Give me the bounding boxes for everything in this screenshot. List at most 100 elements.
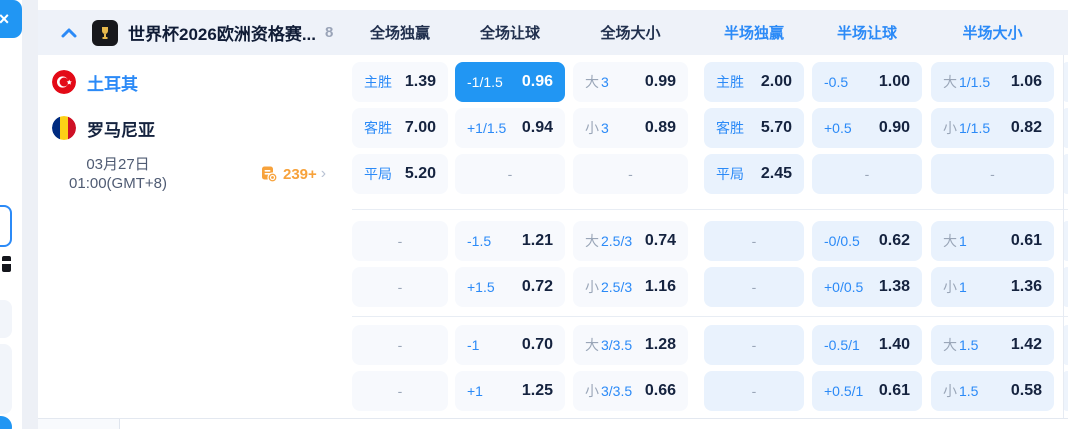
odds-label: +0.5 <box>824 120 852 136</box>
odds-row: --10.70大3/3.51.28--0.5/11.40大1.51.42 <box>352 325 1068 365</box>
odds-cell[interactable]: 小11.36 <box>931 267 1054 307</box>
odds-cell-empty: - <box>352 371 448 411</box>
empty-dash: - <box>398 337 403 353</box>
collapse-chevron-up-icon[interactable] <box>60 24 78 42</box>
odds-label: +0.5/1 <box>824 383 863 399</box>
column-header-halftime-1x2: 半场独赢 <box>704 22 804 43</box>
odds-label-prefix: 小 <box>585 120 599 136</box>
sidebar-blue-badge-fragment <box>0 416 12 429</box>
odds-cell[interactable]: 平局5.20 <box>352 154 448 194</box>
league-header: 世界杯2026欧洲资格赛... 8 全场独赢 全场让球 全场大小 半场独赢 半场… <box>38 10 1068 55</box>
odds-value: 0.61 <box>1011 232 1042 250</box>
odds-cell[interactable]: 小1.5 0.58 <box>931 371 1054 411</box>
odds-label: -0/0.5 <box>824 233 860 249</box>
odds-cell-empty: - <box>352 221 448 261</box>
empty-dash: - <box>398 279 403 295</box>
away-team-row[interactable]: 罗马尼亚 <box>38 108 155 148</box>
odds-label: 平局 <box>716 164 744 184</box>
odds-cell[interactable]: 主胜2.00 <box>704 62 804 102</box>
odds-value: 0.90 <box>879 119 910 137</box>
odds-value: 7.00 <box>405 119 436 137</box>
odds-cell[interactable]: 主胜 1.39 <box>352 62 448 102</box>
odds-cell-empty: - <box>704 325 804 365</box>
odds-value: 0.72 <box>522 278 553 296</box>
sidebar-selected-item-fragment[interactable] <box>0 205 12 247</box>
kickoff-date: 03月27日 <box>38 155 198 174</box>
odds-value: 0.61 <box>879 382 910 400</box>
odds-cell[interactable]: 客胜5.70 <box>704 108 804 148</box>
odds-cell[interactable]: -1/1.5 0.96 <box>455 62 565 102</box>
home-team-row[interactable]: 土耳其 <box>38 62 138 102</box>
odds-cell[interactable]: 客胜7.00 <box>352 108 448 148</box>
odds-cell[interactable]: 小3/3.50.66 <box>573 371 688 411</box>
odds-cell[interactable]: -0/0.50.62 <box>812 221 922 261</box>
odds-cell[interactable]: +0.5 0.90 <box>812 108 922 148</box>
away-team-name[interactable]: 罗马尼亚 <box>87 116 155 141</box>
league-header-left: 世界杯2026欧洲资格赛... 8 <box>38 20 352 46</box>
odds-cell[interactable]: +0/0.51.38 <box>812 267 922 307</box>
odds-cell[interactable]: +0.5/1 0.61 <box>812 371 922 411</box>
odds-cell-empty: - <box>352 267 448 307</box>
odds-cell[interactable]: +11.25 <box>455 371 565 411</box>
column-header-halftime-overunder: 半场大小 <box>931 22 1054 43</box>
odds-cell[interactable]: +1/1.50.94 <box>455 108 565 148</box>
odds-row: -+1.50.72小2.5/31.16-+0/0.51.38小11.36 <box>352 267 1068 307</box>
turkey-flag-icon <box>52 70 76 94</box>
odds-cell[interactable]: 小1/1.50.82 <box>931 108 1054 148</box>
column-header-fulltime-1x2: 全场独赢 <box>352 22 448 43</box>
sidebar-partial-glyph <box>2 256 11 272</box>
odds-value: 1.42 <box>1011 336 1042 354</box>
odds-value: 0.70 <box>522 336 553 354</box>
odds-cell[interactable]: 小30.89 <box>573 108 688 148</box>
odds-label-prefix: 小 <box>943 279 957 295</box>
odds-value: 1.40 <box>879 336 910 354</box>
odds-cell[interactable]: 大1/1.51.06 <box>931 62 1054 102</box>
odds-label: -0.5 <box>824 74 848 90</box>
odds-cell[interactable]: 平局2.45 <box>704 154 804 194</box>
match-odds-card: 世界杯2026欧洲资格赛... 8 全场独赢 全场让球 全场大小 半场独赢 半场… <box>38 0 1068 429</box>
odds-label: 主胜 <box>716 72 744 92</box>
odds-value: 0.96 <box>522 73 553 91</box>
odds-label: -0.5/1 <box>824 337 860 353</box>
odds-cell[interactable]: +1.50.72 <box>455 267 565 307</box>
odds-label-prefix: 小 <box>943 120 957 136</box>
markets-count: 239+ <box>283 166 317 183</box>
kickoff-row: 03月27日 01:00(GMT+8) 239+ › <box>38 154 352 194</box>
odds-value: 1.25 <box>522 382 553 400</box>
league-match-count: 8 <box>325 24 333 41</box>
close-icon: × <box>0 9 9 30</box>
empty-dash: - <box>398 233 403 249</box>
sidebar-card-fragment <box>0 300 12 338</box>
sidebar-gap <box>22 0 38 429</box>
odds-cell[interactable]: 大2.5/30.74 <box>573 221 688 261</box>
odds-cell[interactable]: -0.5/1 1.40 <box>812 325 922 365</box>
odds-label: 小1.5 <box>943 381 978 401</box>
more-markets-button[interactable]: 239+ › <box>260 165 326 183</box>
odds-label: 小1 <box>943 277 967 297</box>
odds-cell[interactable]: 小2.5/31.16 <box>573 267 688 307</box>
odds-cell[interactable]: 大3/3.51.28 <box>573 325 688 365</box>
odds-value: 1.39 <box>405 73 436 91</box>
odds-label: 大3/3.5 <box>585 335 632 355</box>
odds-cell[interactable]: -10.70 <box>455 325 565 365</box>
odds-label: 大1 <box>943 231 967 251</box>
odds-value: 0.94 <box>522 119 553 137</box>
home-team-name[interactable]: 土耳其 <box>87 70 138 95</box>
odds-label: 主胜 <box>364 72 392 92</box>
odds-label-prefix: 小 <box>585 279 599 295</box>
odds-cell[interactable]: -1.51.21 <box>455 221 565 261</box>
odds-label: 大2.5/3 <box>585 231 632 251</box>
odds-value: 0.89 <box>645 119 676 137</box>
odds-row: --1.51.21大2.5/30.74--0/0.50.62大10.61 <box>352 221 1068 261</box>
odds-value: 5.70 <box>761 119 792 137</box>
next-match-row-fragment <box>38 419 1068 429</box>
odds-label: -1/1.5 <box>467 74 503 90</box>
odds-cell[interactable]: 大1.51.42 <box>931 325 1054 365</box>
odds-cell[interactable]: -0.51.00 <box>812 62 922 102</box>
odds-cell[interactable]: 大30.99 <box>573 62 688 102</box>
odds-cell-empty: - <box>704 221 804 261</box>
close-button[interactable]: × <box>0 0 22 38</box>
odds-cell[interactable]: 大1 0.61 <box>931 221 1054 261</box>
league-title[interactable]: 世界杯2026欧洲资格赛... <box>128 20 316 45</box>
odds-value: 0.58 <box>1011 382 1042 400</box>
